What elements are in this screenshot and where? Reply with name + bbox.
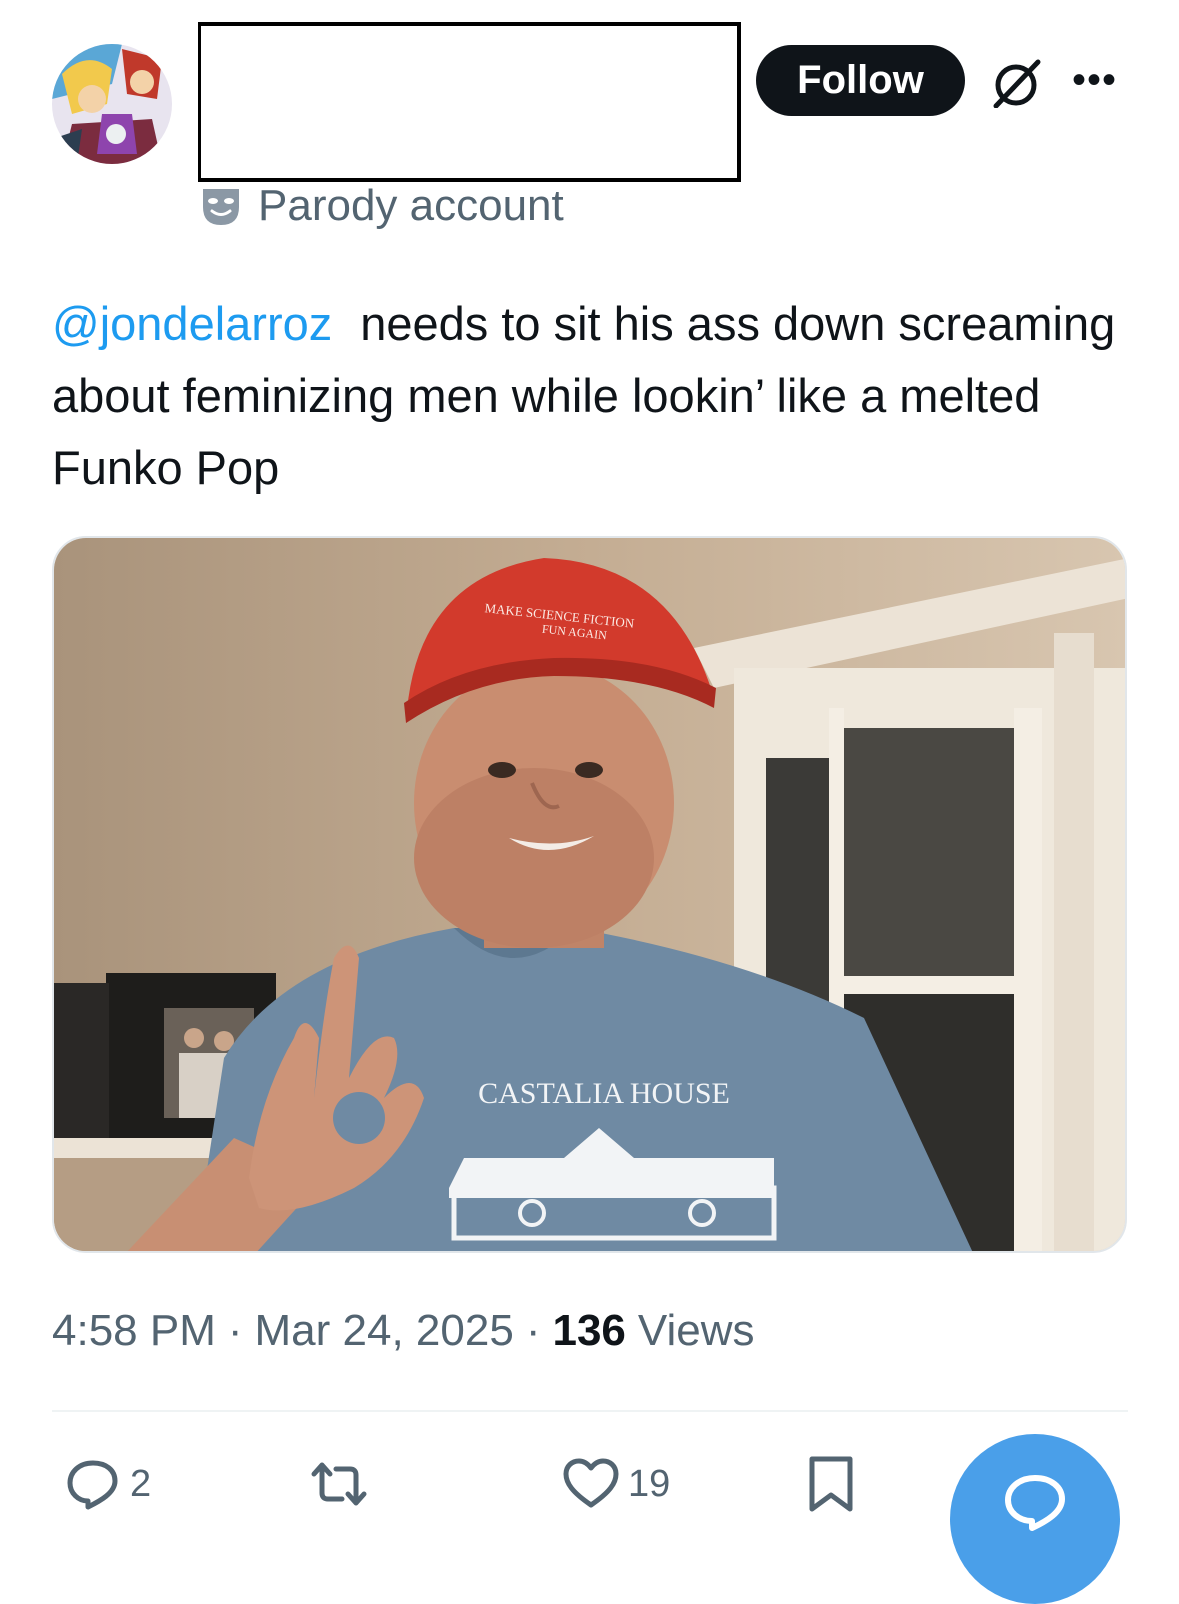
like-button[interactable]: 19 <box>562 1454 670 1514</box>
like-count: 19 <box>628 1462 671 1505</box>
reply-icon <box>67 1460 118 1510</box>
divider <box>52 1410 1128 1412</box>
heart-icon <box>563 1458 619 1508</box>
parody-label-row: Parody account <box>198 181 564 230</box>
tweet-text: @jondelarroz needs to sit his ass down sc… <box>52 288 1132 504</box>
meta-separator: · <box>525 1306 541 1355</box>
meta-separator: · <box>227 1306 243 1355</box>
avatar[interactable] <box>52 44 172 164</box>
mask-icon <box>203 189 239 225</box>
follow-button[interactable]: Follow <box>756 45 965 116</box>
tweet-date[interactable]: Mar 24, 2025 <box>255 1306 514 1356</box>
compose-icon <box>1005 1475 1065 1531</box>
repost-button[interactable] <box>310 1454 368 1514</box>
bookmark-button[interactable] <box>802 1454 860 1514</box>
repost-icon <box>311 1462 367 1506</box>
views-count: 136 <box>552 1306 626 1355</box>
mention-link[interactable]: @jondelarroz <box>52 297 332 350</box>
shirt-text: CASTALIA HOUSE <box>478 1077 730 1110</box>
reply-button[interactable]: 2 <box>64 1454 151 1514</box>
more-options-icon[interactable]: ••• <box>1072 58 1124 108</box>
grok-icon[interactable] <box>990 58 1046 109</box>
bookmark-icon <box>809 1456 853 1512</box>
tweet-photo[interactable]: MAKE SCIENCE FICTION FUN AGAIN CASTALIA … <box>52 536 1127 1253</box>
redacted-name-box <box>198 22 741 182</box>
parody-account-text: Parody account <box>258 181 564 230</box>
reply-count: 2 <box>130 1462 152 1505</box>
tweet-meta: 4:58 PM · Mar 24, 2025 · 136 Views <box>52 1306 754 1356</box>
compose-reply-button[interactable] <box>950 1434 1120 1604</box>
tweet-time[interactable]: 4:58 PM <box>52 1306 216 1356</box>
views-label: Views <box>637 1306 755 1355</box>
